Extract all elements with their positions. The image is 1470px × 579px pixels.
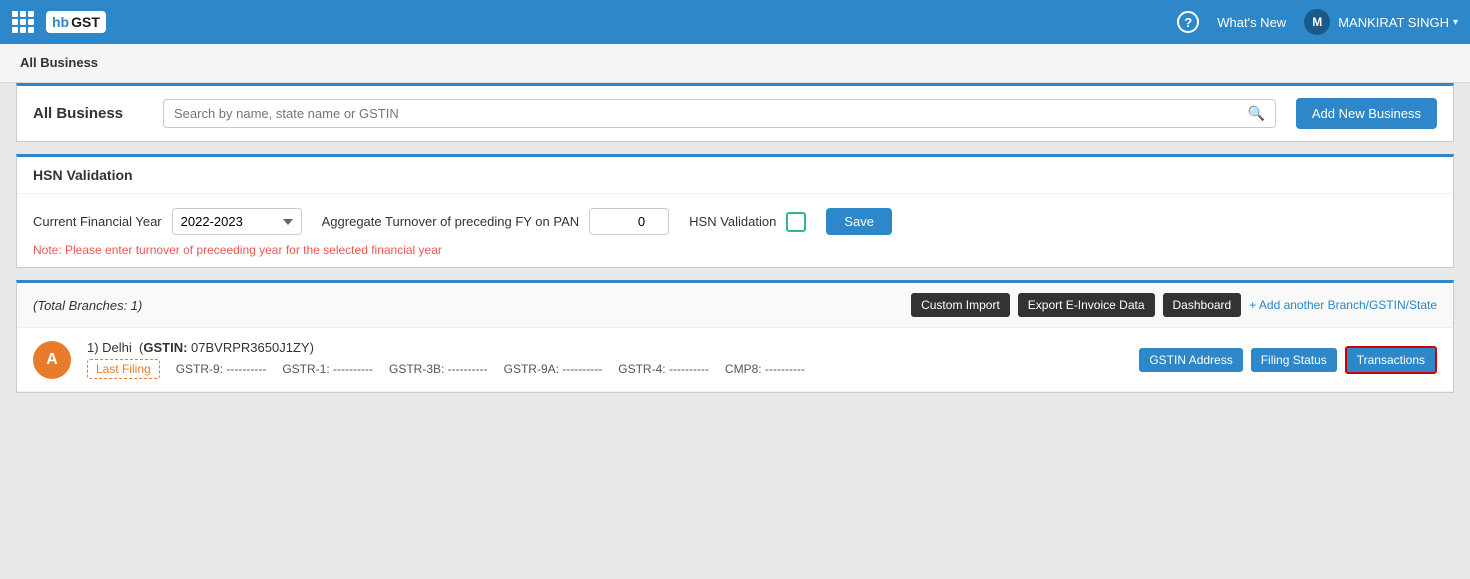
fy-label: Current Financial Year — [33, 214, 162, 229]
total-branches-label: (Total Branches: 1) — [33, 298, 142, 313]
all-business-header: All Business 🔍 Add New Business — [17, 86, 1453, 141]
search-container: 🔍 — [163, 99, 1276, 128]
business-list-header: (Total Branches: 1) Custom Import Export… — [17, 283, 1453, 328]
search-input[interactable] — [174, 106, 1247, 121]
nav-right: ? What's New M MANKIRAT SINGH ▾ — [1177, 9, 1458, 35]
page-header: All Business — [0, 44, 1470, 83]
chevron-down-icon: ▾ — [1453, 17, 1458, 28]
turnover-field-group: Aggregate Turnover of preceding FY on PA… — [322, 208, 670, 235]
user-section: M MANKIRAT SINGH ▾ — [1304, 9, 1458, 35]
turnover-input[interactable] — [589, 208, 669, 235]
table-row: A 1) Delhi (GSTIN: 07BVRPR3650J1ZY) Last… — [17, 328, 1453, 392]
gstr9a-info: GSTR-9A: ---------- — [504, 362, 603, 376]
dashboard-button[interactable]: Dashboard — [1163, 293, 1242, 317]
help-icon[interactable]: ? — [1177, 11, 1199, 33]
turnover-label: Aggregate Turnover of preceding FY on PA… — [322, 214, 580, 229]
hsn-form-row: Current Financial Year 2022-2023 2021-20… — [33, 208, 1437, 235]
top-navigation: hb GST ? What's New M MANKIRAT SINGH ▾ — [0, 0, 1470, 44]
page-title: All Business — [20, 55, 98, 70]
hsn-body: Current Financial Year 2022-2023 2021-20… — [17, 194, 1453, 267]
last-filing-button[interactable]: Last Filing — [87, 359, 160, 379]
hsn-section-title: HSN Validation — [17, 157, 1453, 194]
gstin-address-button[interactable]: GSTIN Address — [1139, 348, 1242, 372]
business-name: 1) Delhi (GSTIN: 07BVRPR3650J1ZY) — [87, 340, 1123, 355]
header-actions: Custom Import Export E-Invoice Data Dash… — [911, 293, 1437, 317]
gstr1-info: GSTR-1: ---------- — [282, 362, 373, 376]
app-logo[interactable]: hb GST — [46, 11, 106, 33]
main-content: All Business 🔍 Add New Business HSN Vali… — [0, 83, 1470, 409]
hsn-validation-checkbox[interactable] — [786, 212, 806, 232]
logo-gst-text: GST — [71, 14, 100, 30]
whats-new-link[interactable]: What's New — [1217, 15, 1286, 30]
hsn-validation-label: HSN Validation — [689, 214, 776, 229]
hsn-note: Note: Please enter turnover of preceedin… — [33, 243, 1437, 257]
export-einvoice-button[interactable]: Export E-Invoice Data — [1018, 293, 1155, 317]
user-avatar: M — [1304, 9, 1330, 35]
business-info: 1) Delhi (GSTIN: 07BVRPR3650J1ZY) Last F… — [87, 340, 1123, 379]
gstr9-info: GSTR-9: ---------- — [176, 362, 267, 376]
hsn-checkbox-group: HSN Validation — [689, 212, 806, 232]
business-actions: GSTIN Address Filing Status Transactions — [1139, 346, 1437, 374]
filing-status-button[interactable]: Filing Status — [1251, 348, 1337, 372]
transactions-button[interactable]: Transactions — [1345, 346, 1437, 374]
nav-left: hb GST — [12, 11, 106, 33]
search-icon[interactable]: 🔍 — [1247, 105, 1264, 122]
add-branch-link[interactable]: + Add another Branch/GSTIN/State — [1249, 298, 1437, 312]
cmp8-info: CMP8: ---------- — [725, 362, 805, 376]
hsn-validation-card: HSN Validation Current Financial Year 20… — [16, 154, 1454, 268]
gstr4-info: GSTR-4: ---------- — [618, 362, 709, 376]
all-business-card: All Business 🔍 Add New Business — [16, 83, 1454, 142]
fy-field-group: Current Financial Year 2022-2023 2021-20… — [33, 208, 302, 235]
gstr3b-info: GSTR-3B: ---------- — [389, 362, 488, 376]
filing-row: Last Filing GSTR-9: ---------- GSTR-1: -… — [87, 359, 1123, 379]
user-name-label[interactable]: MANKIRAT SINGH ▾ — [1338, 15, 1458, 30]
custom-import-button[interactable]: Custom Import — [911, 293, 1010, 317]
hsn-save-button[interactable]: Save — [826, 208, 892, 235]
logo-hb-text: hb — [52, 14, 69, 30]
fy-select[interactable]: 2022-2023 2021-2022 2020-2021 — [172, 208, 302, 235]
grid-menu-icon[interactable] — [12, 11, 34, 33]
avatar: A — [33, 341, 71, 379]
all-business-title: All Business — [33, 105, 143, 122]
add-new-business-button[interactable]: Add New Business — [1296, 98, 1437, 129]
business-list-card: (Total Branches: 1) Custom Import Export… — [16, 280, 1454, 393]
